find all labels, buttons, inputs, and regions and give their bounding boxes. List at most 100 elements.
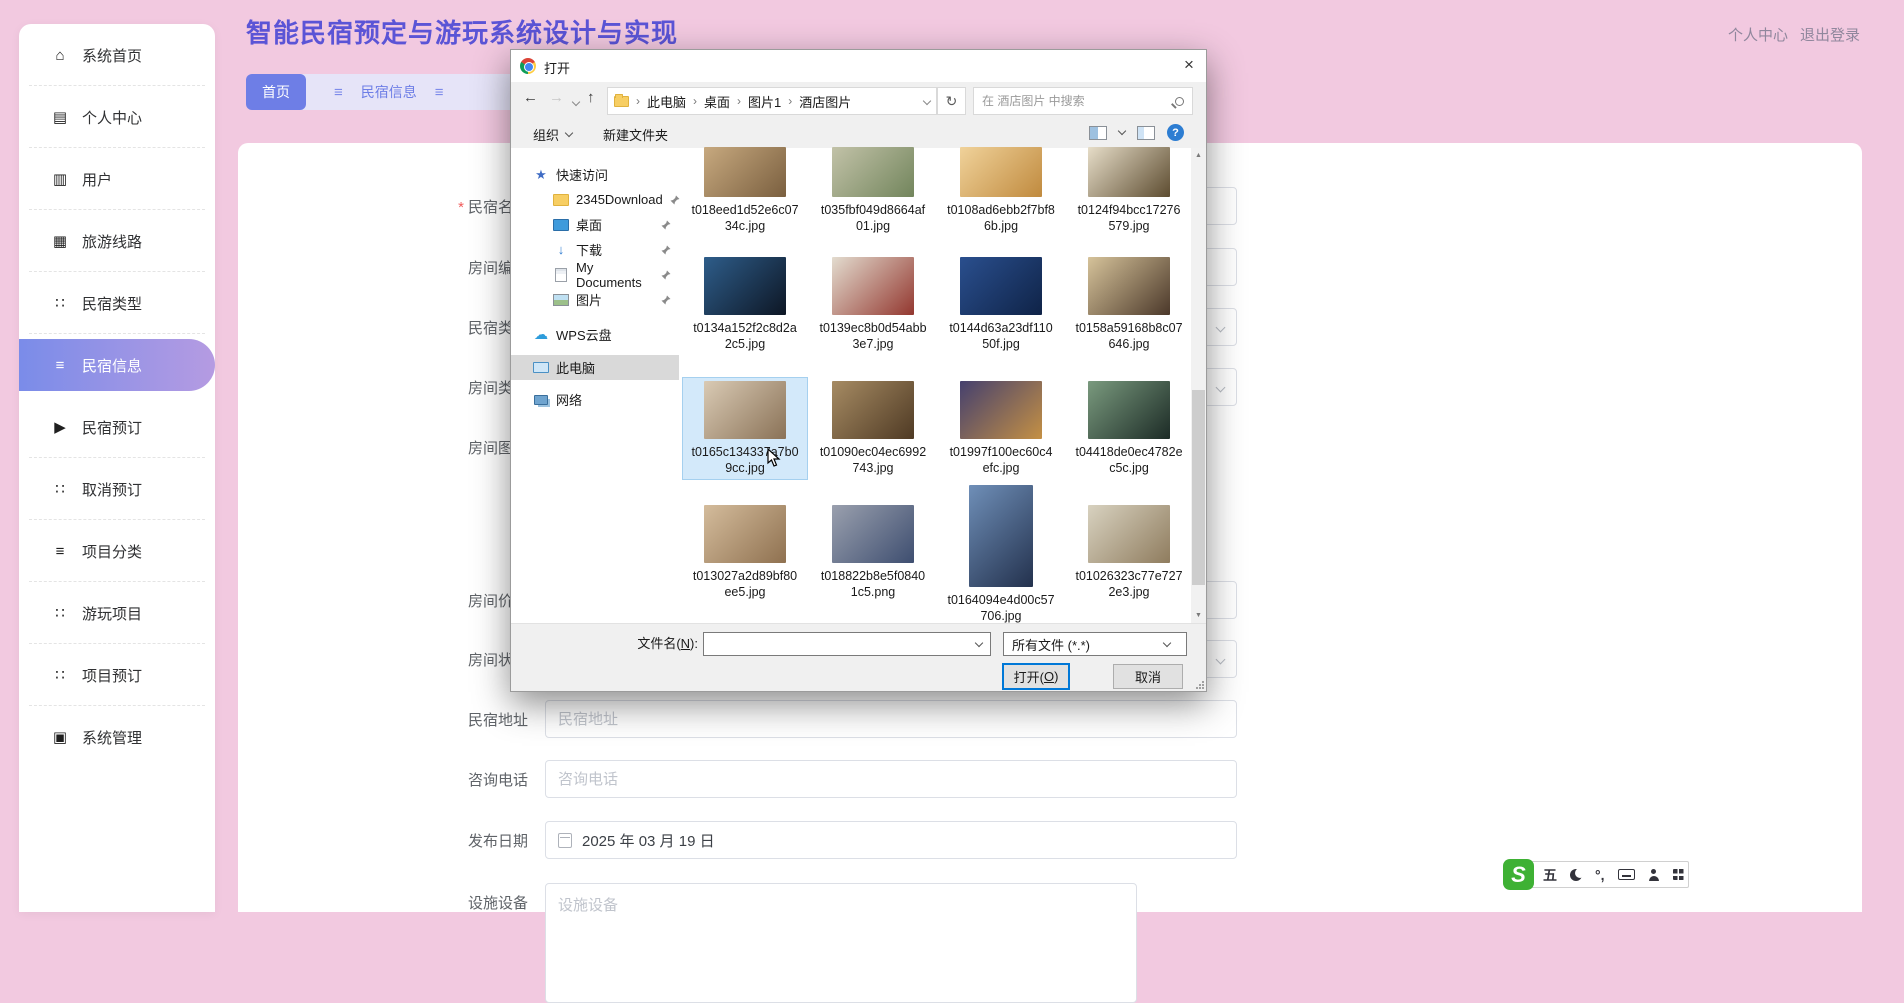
tree-item[interactable]: 桌面 [511,212,679,237]
file-item[interactable]: t0124f94bcc17276579.jpg [1067,144,1191,237]
filename-input[interactable] [704,633,976,655]
resize-grip[interactable] [1196,681,1204,689]
close-icon[interactable]: × [1172,50,1206,80]
sidebar-item[interactable]: ▤个人中心 [19,86,215,148]
tree-item[interactable]: 2345Download [511,187,679,212]
sidebar-item-label: 项目分类 [82,541,142,562]
file-item[interactable]: t035fbf049d8664af01.jpg [811,144,935,237]
tab-menu-icon[interactable]: ≡ [334,84,343,101]
breadcrumb-item[interactable]: 酒店图片 [799,92,851,111]
sogou-logo-icon[interactable]: S [1503,859,1534,890]
breadcrumb-item[interactable]: 图片1 [748,92,781,111]
sidebar-item[interactable]: ▥用户 [19,148,215,210]
profile-link[interactable]: 个人中心 [1728,24,1788,45]
tree-item[interactable]: 网络 [511,387,679,412]
tab-active-label[interactable]: 民宿信息 [361,82,417,102]
pin-icon [661,220,671,230]
sidebar-item[interactable]: ∷取消预订 [19,458,215,520]
filename-chevron-icon[interactable] [975,639,983,647]
sidebar-item[interactable]: ▶民宿预订 [19,396,215,458]
open-button[interactable]: 打开(O) [1003,664,1069,689]
search-icon [1175,97,1184,106]
file-item[interactable]: t01026323c77e7272e3.jpg [1067,502,1191,603]
scroll-up-icon[interactable]: ▲ [1191,148,1206,163]
sidebar-item[interactable]: ≡民宿信息 [19,339,215,391]
person-icon[interactable] [1648,869,1660,881]
date-input[interactable]: 2025 年 03 月 19 日 [545,821,1237,859]
file-item[interactable]: t0134a152f2c8d2a2c5.jpg [683,254,807,355]
history-chevron-icon[interactable] [572,98,580,106]
file-item[interactable]: t01997f100ec60c4efc.jpg [939,378,1063,479]
file-item[interactable]: t018eed1d52e6c0734c.jpg [683,144,807,237]
file-item[interactable]: t0139ec8b0d54abb3e7.jpg [811,254,935,355]
sidebar-item[interactable]: ⌂系统首页 [19,24,215,86]
tree-item-label: 桌面 [576,215,602,234]
form-input[interactable] [545,700,1237,738]
form-textarea[interactable] [545,883,1137,1003]
file-item[interactable]: t0158a59168b8c07646.jpg [1067,254,1191,355]
sidebar-item[interactable]: ▣系统管理 [19,706,215,768]
file-item[interactable]: t0144d63a23df11050f.jpg [939,254,1063,355]
filetype-select[interactable]: 所有文件 (*.*) [1003,632,1187,656]
tree-item[interactable]: 快速访问 [511,162,679,187]
file-item[interactable]: t0165c134337a7b09cc.jpg [683,378,807,479]
chrome-icon [520,58,536,74]
refresh-button[interactable]: ↻ [937,87,966,115]
sidebar-item[interactable]: ≡项目分类 [19,520,215,582]
help-icon[interactable] [1167,124,1184,141]
tree-item[interactable]: WPS云盘 [511,322,679,347]
keyboard-icon[interactable] [1618,869,1635,880]
form-input[interactable] [545,760,1237,798]
scroll-down-icon[interactable]: ▼ [1191,608,1206,623]
moon-icon[interactable] [1570,869,1582,881]
sidebar-item[interactable]: ∷游玩项目 [19,582,215,644]
ime-text-button[interactable]: °, [1595,867,1605,883]
tab-home[interactable]: 首页 [246,74,306,110]
file-item[interactable]: t0108ad6ebb2f7bf86b.jpg [939,144,1063,237]
sidebar-item[interactable]: ∷民宿类型 [19,272,215,334]
breadcrumb-item[interactable]: 此电脑 [647,92,686,111]
tab-menu-icon[interactable]: ≡ [435,84,444,101]
tree-item[interactable]: 图片 [511,287,679,312]
view-mode-chevron-icon[interactable] [1118,127,1126,135]
tab-active[interactable]: ≡ 民宿信息 ≡ [320,74,458,110]
sidebar-item[interactable]: ▦旅游线路 [19,210,215,272]
tree-item-label: 快速访问 [556,165,608,184]
scrollbar-thumb[interactable] [1192,390,1205,585]
new-folder-button[interactable]: 新建文件夹 [603,125,668,144]
tree-item[interactable]: 下载 [511,237,679,262]
breadcrumb[interactable]: ›此电脑›桌面›图片1›酒店图片 [607,87,937,115]
file-item[interactable]: t0164094e4d00c57706.jpg [939,502,1063,627]
file-thumbnail [960,381,1042,439]
filename-label: 文件名(N): [571,632,698,656]
back-button[interactable]: ← [523,89,538,106]
file-item[interactable]: t013027a2d89bf80ee5.jpg [683,502,807,603]
sidebar-item[interactable]: ∷项目预订 [19,644,215,706]
tree-item[interactable]: My Documents [511,262,679,287]
preview-pane-icon[interactable] [1137,126,1155,140]
tree-item[interactable]: 此电脑 [511,355,679,380]
breadcrumb-separator: › [636,94,640,108]
file-list-scrollbar[interactable]: ▲ ▼ [1191,148,1206,623]
view-mode-icon[interactable] [1089,126,1107,140]
file-name: t0134a152f2c8d2a2c5.jpg [685,320,805,352]
cancel-button[interactable]: 取消 [1113,664,1183,689]
organize-button[interactable]: 组织 [533,125,572,144]
logout-link[interactable]: 退出登录 [1800,24,1860,45]
chevron-down-icon [1216,383,1226,393]
search-box[interactable] [973,87,1193,115]
file-item[interactable]: t018822b8e5f08401c5.png [811,502,935,603]
breadcrumb-item[interactable]: 桌面 [704,92,730,111]
search-input[interactable] [982,94,1175,108]
form-label: 房间类型 [350,377,528,398]
up-button[interactable]: ↑ [587,89,595,106]
file-item[interactable]: t01090ec04ec6992743.jpg [811,378,935,479]
breadcrumb-separator: › [693,94,697,108]
forward-button[interactable]: → [549,89,564,106]
breadcrumb-chevron-icon[interactable] [923,97,931,105]
ime-text-button[interactable]: 五 [1543,865,1557,885]
file-item[interactable]: t04418de0ec4782ec5c.jpg [1067,378,1191,479]
dialog-titlebar[interactable]: 打开 × [511,50,1206,82]
grid-icon[interactable] [1673,869,1684,880]
filename-combobox[interactable] [703,632,991,656]
